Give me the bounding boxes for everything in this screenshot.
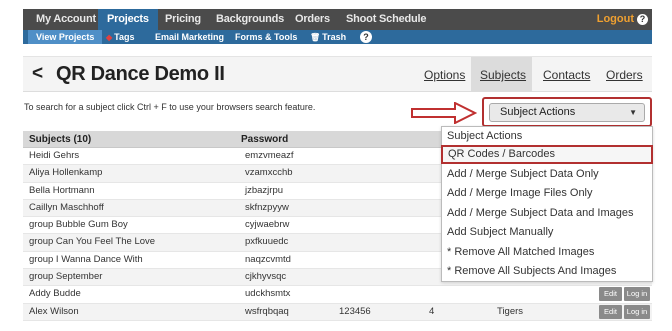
- subject-number: 123456: [339, 305, 371, 317]
- subject-actions-menu: Subject Actions QR Codes / Barcodes Add …: [441, 126, 653, 282]
- table-row[interactable]: Alex Wilson wsfrqbqaq 123456 4 Tigers Ed…: [23, 303, 652, 321]
- subject-actions-select[interactable]: Subject Actions ▼: [482, 97, 652, 127]
- subject-name: Alex Wilson: [29, 305, 79, 317]
- nav-tab-orders[interactable]: Orders: [295, 9, 330, 30]
- tab-subjects[interactable]: Subjects: [480, 68, 526, 82]
- subject-actions-selected: Subject Actions: [500, 106, 576, 118]
- tab-contacts[interactable]: Contacts: [543, 68, 590, 82]
- sub-nav: View Projects ◆ Tags Email Marketing Form…: [23, 30, 652, 44]
- nav-tab-projects[interactable]: Projects: [98, 9, 158, 30]
- chevron-down-icon: ▼: [629, 108, 637, 117]
- subnav-trash[interactable]: 🗑 Trash: [310, 30, 346, 44]
- menu-item-merge-subject-data[interactable]: Add / Merge Subject Data Only: [442, 165, 652, 184]
- subject-count: 4: [429, 305, 435, 317]
- column-header-subjects[interactable]: Subjects (10): [29, 131, 91, 148]
- annotation-arrow-icon: [411, 102, 477, 124]
- subject-password: cyjwaebrw: [245, 219, 290, 231]
- subject-password: jzbazjrpu: [245, 184, 284, 196]
- menu-item-remove-matched-images[interactable]: * Remove All Matched Images: [442, 243, 652, 262]
- subject-name: group I Wanna Dance With: [29, 253, 143, 265]
- edit-button[interactable]: Edit: [599, 287, 622, 302]
- subnav-email-marketing[interactable]: Email Marketing: [155, 30, 224, 44]
- subnav-forms-tools[interactable]: Forms & Tools: [235, 30, 297, 44]
- project-header: < QR Dance Demo II Options Subjects Cont…: [23, 56, 652, 92]
- page-title: QR Dance Demo II: [56, 63, 225, 85]
- tab-orders[interactable]: Orders: [606, 68, 643, 82]
- subject-password: wsfrqbqaq: [245, 305, 289, 317]
- menu-item-qr-codes-barcodes[interactable]: QR Codes / Barcodes: [441, 145, 653, 164]
- subject-name: Bella Hortmann: [29, 184, 95, 196]
- subject-name: Aliya Hollenkamp: [29, 167, 103, 179]
- subject-password: emzvmeazf: [245, 150, 294, 161]
- subnav-trash-label: Trash: [322, 32, 347, 42]
- subject-name: group September: [29, 271, 103, 283]
- subject-password: udckhsmtx: [245, 288, 291, 300]
- logout-link[interactable]: Logout: [597, 9, 634, 30]
- subject-name: Caillyn Maschhoff: [29, 201, 104, 213]
- menu-item-add-subject-manually[interactable]: Add Subject Manually: [442, 223, 652, 242]
- app-window: My Account Projects Pricing Backgrounds …: [0, 0, 672, 331]
- tab-options[interactable]: Options: [424, 68, 465, 82]
- nav-tab-backgrounds[interactable]: Backgrounds: [216, 9, 284, 30]
- subject-team: Tigers: [497, 305, 524, 317]
- menu-item-remove-subjects-images[interactable]: * Remove All Subjects And Images: [442, 262, 652, 281]
- subnav-view-projects[interactable]: View Projects: [28, 30, 103, 44]
- top-nav: My Account Projects Pricing Backgrounds …: [23, 9, 652, 30]
- nav-tab-shoot-schedule[interactable]: Shoot Schedule: [346, 9, 427, 30]
- login-button[interactable]: Log in: [624, 287, 650, 302]
- subject-password: skfnzpyyw: [245, 201, 289, 213]
- subnav-tags[interactable]: ◆ Tags: [106, 30, 135, 44]
- nav-tab-pricing[interactable]: Pricing: [165, 9, 201, 30]
- trash-icon: 🗑: [310, 33, 321, 42]
- help-icon[interactable]: ?: [637, 14, 648, 25]
- menu-item-subject-actions[interactable]: Subject Actions: [442, 127, 652, 146]
- nav-tab-my-account[interactable]: My Account: [36, 9, 96, 30]
- table-row[interactable]: Addy Budde udckhsmtx Edit Log in: [23, 286, 652, 304]
- subject-password: vzamxcchb: [245, 167, 293, 179]
- subject-password: pxfkuuedc: [245, 236, 289, 248]
- subject-name: group Can You Feel The Love: [29, 236, 156, 248]
- subject-name: Addy Budde: [29, 288, 81, 300]
- subject-name: Heidi Gehrs: [29, 150, 80, 161]
- subject-actions-select-box[interactable]: Subject Actions ▼: [489, 103, 645, 122]
- search-hint: To search for a subject click Ctrl + F t…: [24, 102, 316, 112]
- tag-icon: ◆: [106, 33, 113, 42]
- edit-button[interactable]: Edit: [599, 304, 622, 319]
- subject-name: group Bubble Gum Boy: [29, 219, 128, 231]
- login-button[interactable]: Log in: [624, 304, 650, 319]
- subject-password: naqzcvmtd: [245, 253, 291, 265]
- menu-item-merge-image-files[interactable]: Add / Merge Image Files Only: [442, 184, 652, 203]
- menu-item-merge-data-and-images[interactable]: Add / Merge Subject Data and Images: [442, 204, 652, 223]
- subject-password: cjkhyvsqc: [245, 271, 287, 283]
- subnav-help-icon[interactable]: ?: [360, 31, 372, 43]
- column-header-password[interactable]: Password: [241, 131, 288, 148]
- back-arrow-icon[interactable]: <: [32, 63, 43, 85]
- subnav-tags-label: Tags: [114, 32, 135, 42]
